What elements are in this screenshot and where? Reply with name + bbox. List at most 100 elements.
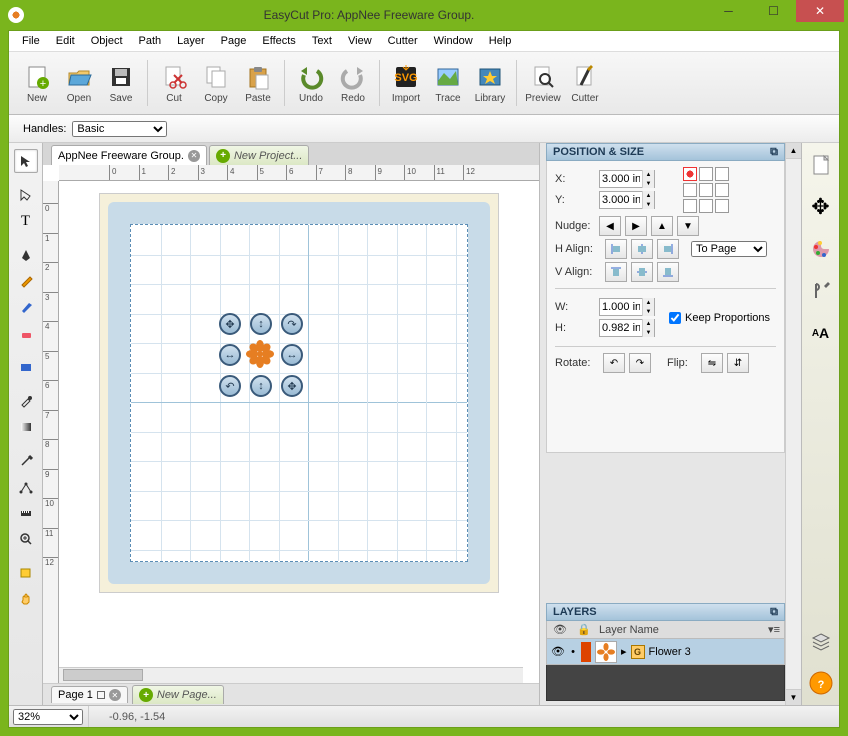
document-panel-button[interactable]	[807, 151, 835, 179]
knife-tool[interactable]	[14, 449, 38, 473]
layer-row[interactable]: 👁 • ▸ G Flower 3	[546, 639, 785, 665]
open-button[interactable]: Open	[59, 56, 99, 110]
w-input[interactable]: ▲▼	[599, 298, 655, 316]
handle-s[interactable]: ↕	[250, 375, 272, 397]
layer-color-swatch[interactable]	[581, 642, 591, 662]
handle-n[interactable]: ↕	[250, 313, 272, 335]
zoom-tool[interactable]	[14, 527, 38, 551]
eyedropper-tool[interactable]	[14, 389, 38, 413]
rotate-cw[interactable]: ↷	[629, 353, 651, 373]
halign-center[interactable]	[631, 239, 653, 259]
keep-proportions-checkbox[interactable]: Keep Proportions	[669, 312, 770, 324]
h-input[interactable]: ▲▼	[599, 319, 655, 337]
align-ref-select[interactable]: To Page	[691, 241, 767, 257]
pencil-tool[interactable]	[14, 269, 38, 293]
menu-effects[interactable]: Effects	[255, 33, 302, 49]
handle-w[interactable]: ↔	[219, 344, 241, 366]
nudge-down[interactable]: ▼	[677, 216, 699, 236]
y-input[interactable]: ▲▼	[599, 191, 655, 209]
x-input[interactable]: ▲▼	[599, 170, 655, 188]
visibility-toggle[interactable]: 👁	[551, 645, 565, 658]
menu-edit[interactable]: Edit	[49, 33, 82, 49]
brush-tool[interactable]	[14, 295, 38, 319]
valign-middle[interactable]	[631, 262, 653, 282]
menu-cutter[interactable]: Cutter	[381, 33, 425, 49]
panel-scrollbar[interactable]: ▲ ▼	[785, 143, 801, 705]
flip-h[interactable]: ⇋	[701, 353, 723, 373]
expand-icon[interactable]: ▸	[621, 645, 627, 658]
close-button[interactable]: ✕	[796, 0, 844, 22]
menu-page[interactable]: Page	[214, 33, 254, 49]
paste-button[interactable]: Paste	[238, 56, 278, 110]
close-icon[interactable]: ✕	[109, 689, 121, 701]
menu-file[interactable]: File	[15, 33, 47, 49]
nudge-left[interactable]: ◀	[599, 216, 621, 236]
horizontal-scrollbar[interactable]	[59, 667, 523, 683]
close-icon[interactable]: ✕	[188, 150, 200, 162]
copy-button[interactable]: Copy	[196, 56, 236, 110]
layer-menu-icon[interactable]: ▾≡	[768, 623, 780, 636]
redo-button[interactable]: Redo	[333, 56, 373, 110]
trace-button[interactable]: Trace	[428, 56, 468, 110]
crop-tool[interactable]	[14, 561, 38, 585]
shape-tool[interactable]	[14, 355, 38, 379]
edit-tool[interactable]	[14, 183, 38, 207]
visibility-icon[interactable]: 👁	[551, 623, 569, 636]
maximize-button[interactable]: ☐	[751, 0, 796, 22]
handle-se[interactable]: ✥	[281, 375, 303, 397]
tab-new-project[interactable]: +New Project...	[209, 145, 309, 165]
new-button[interactable]: +New	[17, 56, 57, 110]
import-button[interactable]: SVGImport	[386, 56, 426, 110]
pen-tool[interactable]	[14, 243, 38, 267]
menu-help[interactable]: Help	[482, 33, 519, 49]
nudge-right[interactable]: ▶	[625, 216, 647, 236]
handle-e[interactable]: ↔	[281, 344, 303, 366]
settings-panel-button[interactable]	[807, 277, 835, 305]
menu-layer[interactable]: Layer	[170, 33, 212, 49]
measure-tool[interactable]	[14, 501, 38, 525]
preview-button[interactable]: Preview	[523, 56, 563, 110]
popout-icon[interactable]: ⧉	[770, 146, 778, 159]
menu-view[interactable]: View	[341, 33, 379, 49]
halign-left[interactable]	[605, 239, 627, 259]
line-tool[interactable]	[14, 475, 38, 499]
page-tab-new[interactable]: +New Page...	[132, 685, 224, 704]
page-tab-1[interactable]: Page 1✕	[51, 686, 128, 703]
halign-right[interactable]	[657, 239, 679, 259]
nudge-up[interactable]: ▲	[651, 216, 673, 236]
zoom-select[interactable]: 32%	[13, 709, 83, 725]
handles-select[interactable]: Basic	[72, 121, 167, 137]
layers-panel-button[interactable]	[807, 627, 835, 655]
menu-window[interactable]: Window	[427, 33, 480, 49]
minimize-button[interactable]: ─	[706, 0, 751, 22]
text-tool[interactable]: T	[14, 209, 38, 233]
valign-top[interactable]	[605, 262, 627, 282]
library-button[interactable]: Library	[470, 56, 510, 110]
flip-v[interactable]: ⇵	[727, 353, 749, 373]
color-panel-button[interactable]	[807, 235, 835, 263]
menu-object[interactable]: Object	[84, 33, 130, 49]
move-panel-button[interactable]: ✥	[807, 193, 835, 221]
select-tool[interactable]	[14, 149, 38, 173]
save-button[interactable]: Save	[101, 56, 141, 110]
anchor-grid[interactable]	[683, 167, 729, 213]
tab-active-doc[interactable]: AppNee Freeware Group.✕	[51, 145, 207, 165]
gradient-tool[interactable]	[14, 415, 38, 439]
handle-sw[interactable]: ↶	[219, 375, 241, 397]
handle-ne[interactable]: ↷	[281, 313, 303, 335]
menu-path[interactable]: Path	[132, 33, 169, 49]
undo-button[interactable]: Undo	[291, 56, 331, 110]
eraser-tool[interactable]	[14, 321, 38, 345]
cutter-button[interactable]: Cutter	[565, 56, 605, 110]
hand-tool[interactable]	[14, 587, 38, 611]
help-button[interactable]: ?	[807, 669, 835, 697]
valign-bottom[interactable]	[657, 262, 679, 282]
rotate-ccw[interactable]: ↶	[603, 353, 625, 373]
text-panel-button[interactable]: AA	[807, 319, 835, 347]
popout-icon[interactable]: ⧉	[770, 606, 778, 619]
lock-icon[interactable]: 🔒	[575, 623, 593, 636]
handle-nw[interactable]: ✥	[219, 313, 241, 335]
cut-button[interactable]: Cut	[154, 56, 194, 110]
menu-text[interactable]: Text	[305, 33, 339, 49]
canvas-area[interactable]: 0123456789101112 0123456789101112	[43, 165, 539, 683]
